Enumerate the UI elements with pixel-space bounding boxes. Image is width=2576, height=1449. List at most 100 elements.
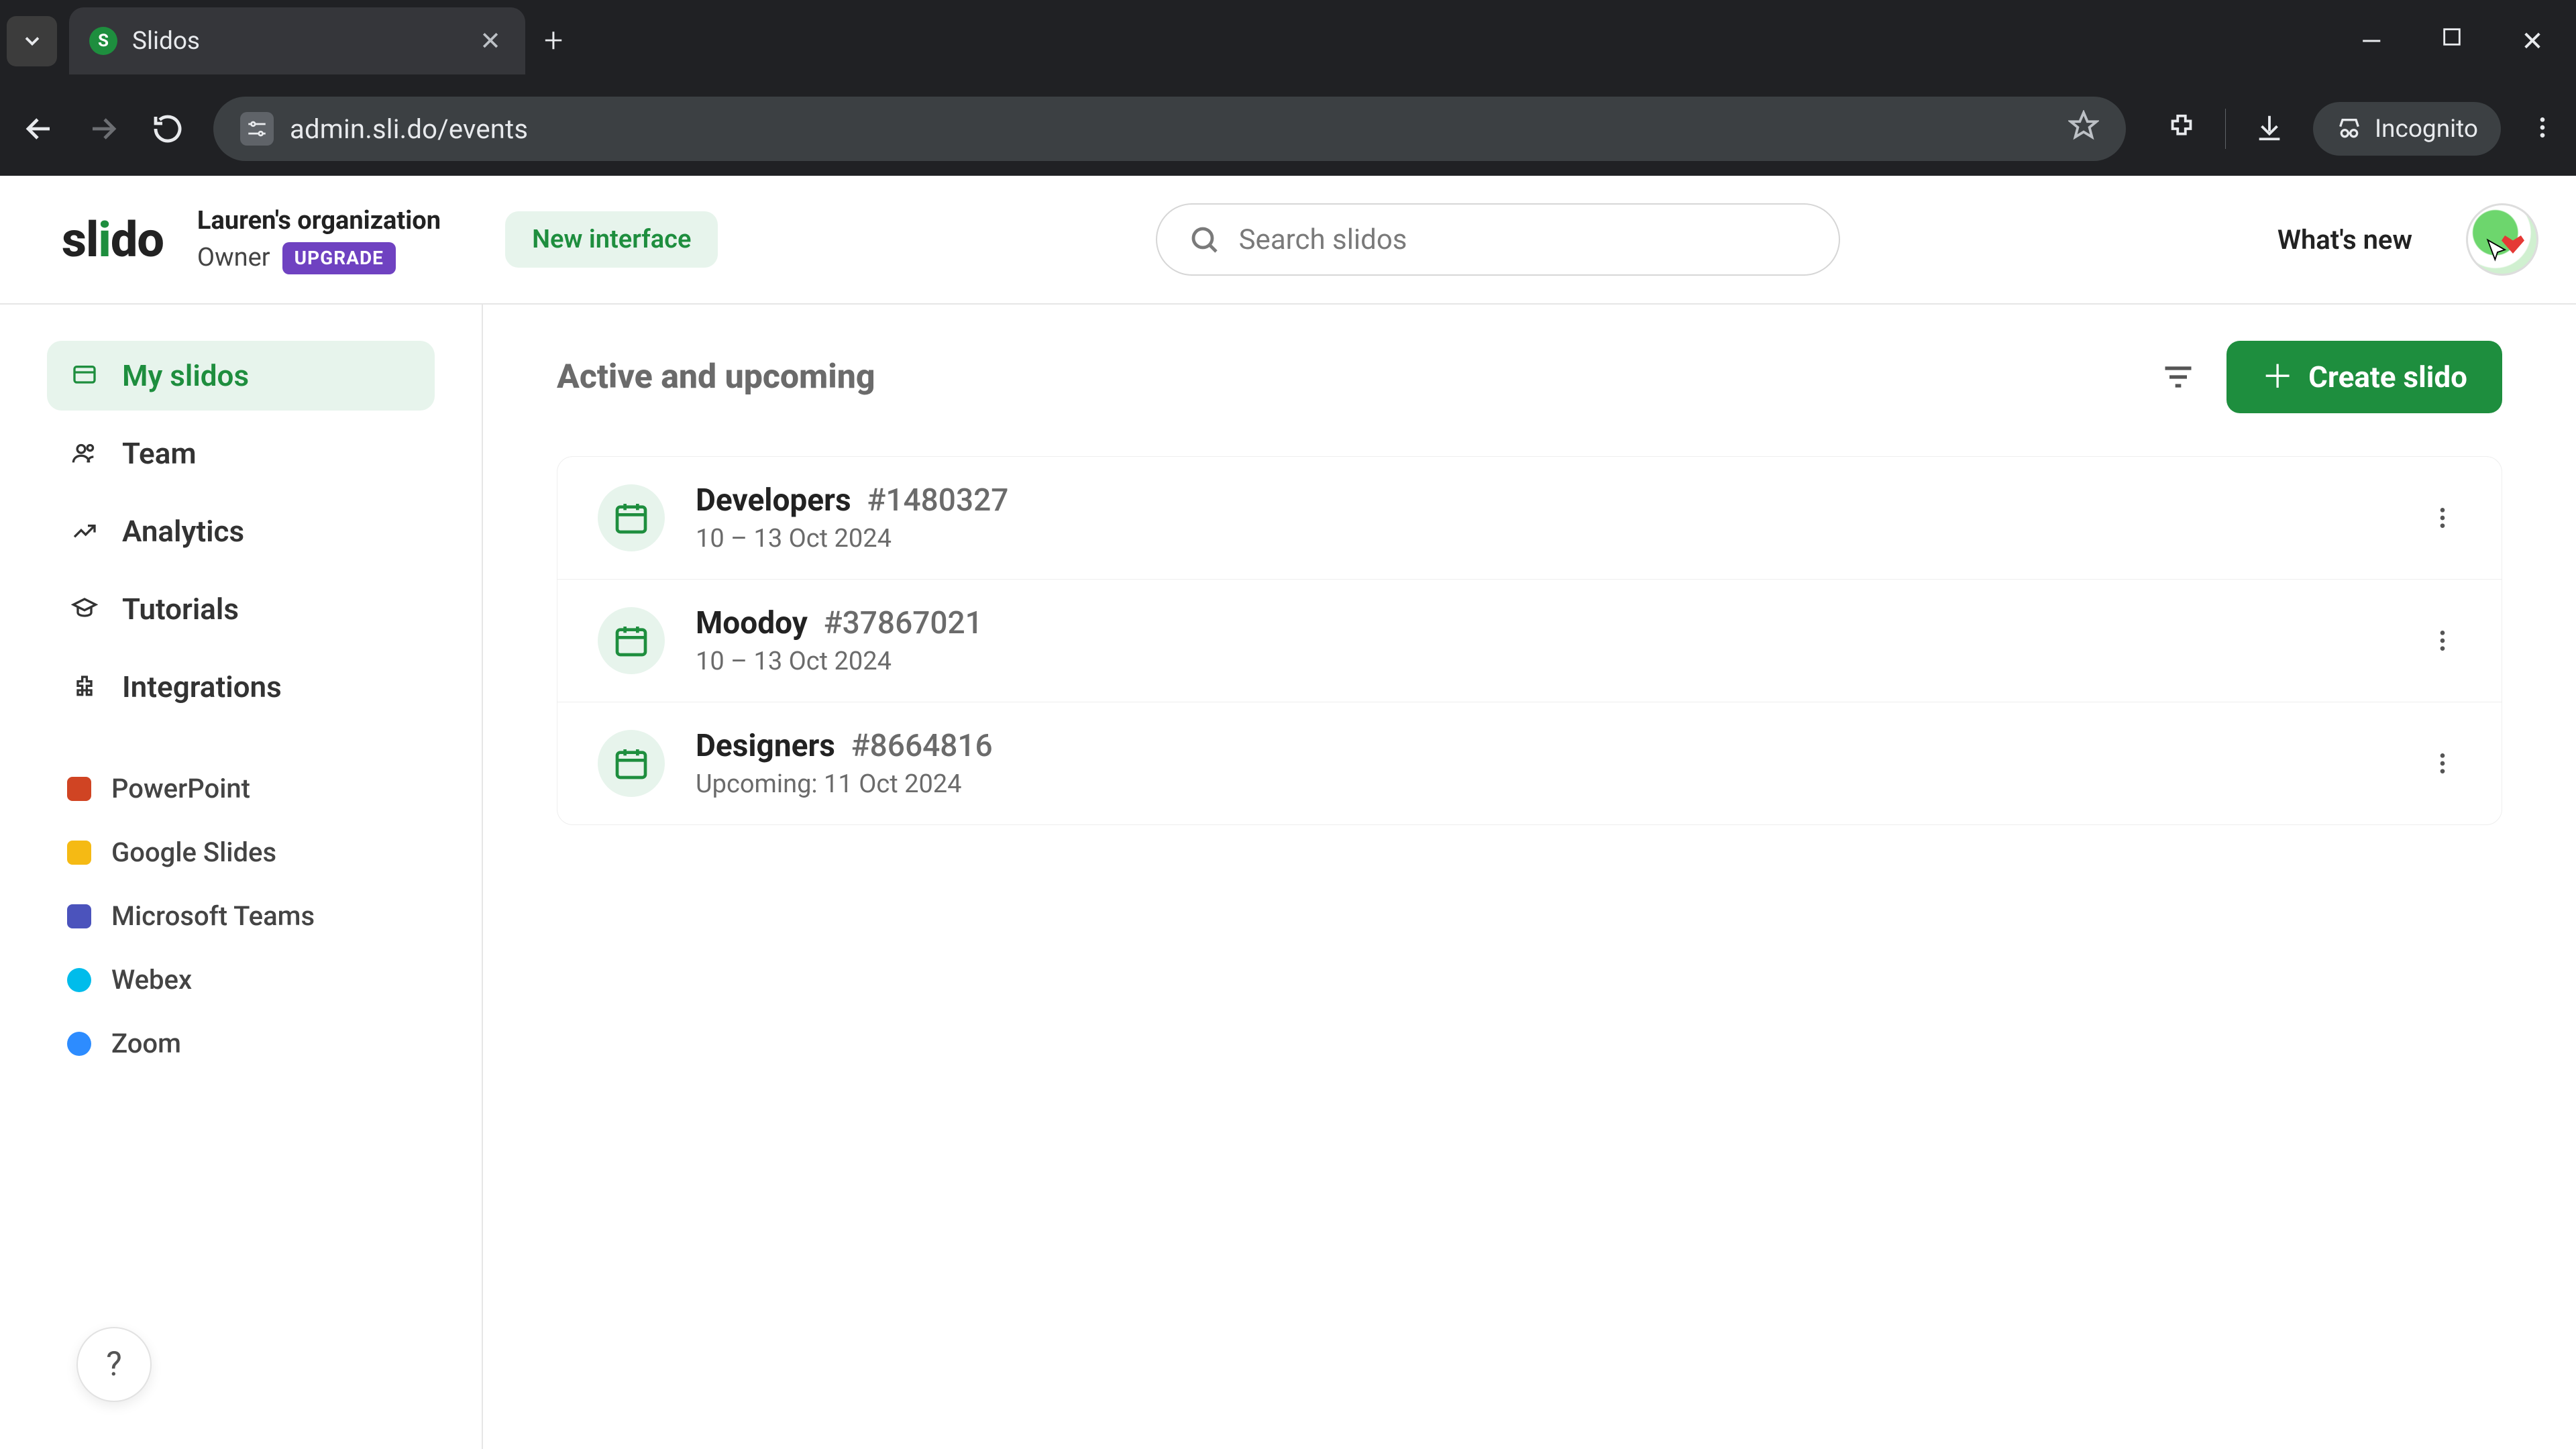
event-row[interactable]: Moodoy #37867021 10 – 13 Oct 2024 (557, 580, 2502, 702)
powerpoint-icon (67, 777, 91, 801)
event-row-menu[interactable] (2424, 499, 2461, 537)
bookmark-star-icon[interactable] (2068, 110, 2099, 148)
tutorials-icon (70, 594, 99, 624)
slidos-icon (70, 361, 99, 390)
calendar-icon (598, 730, 665, 797)
url-text: admin.sli.do/events (290, 113, 528, 145)
sidebar-item-label: Integrations (122, 669, 282, 704)
integration-powerpoint[interactable]: PowerPoint (47, 761, 435, 816)
url-box[interactable]: admin.sli.do/events (213, 97, 2126, 161)
browser-tab[interactable]: S Slidos ✕ (69, 7, 525, 74)
sidebar: My slidos Team Analytics Tutorials (0, 305, 483, 1449)
incognito-chip[interactable]: Incognito (2313, 102, 2501, 156)
help-icon: ? (106, 1345, 122, 1384)
downloads-icon[interactable] (2254, 112, 2285, 146)
google-slides-icon (67, 841, 91, 865)
event-code: #37867021 (824, 605, 983, 641)
analytics-icon (70, 517, 99, 546)
browser-menu-icon[interactable] (2529, 114, 2556, 144)
event-name: Designers (696, 728, 835, 764)
calendar-icon (598, 484, 665, 551)
calendar-icon (598, 607, 665, 674)
integration-label: Google Slides (111, 837, 276, 868)
reload-icon (152, 113, 184, 145)
event-list: Developers #1480327 10 – 13 Oct 2024 (557, 456, 2502, 825)
sidebar-item-label: Analytics (122, 514, 244, 549)
tab-close-icon[interactable]: ✕ (476, 26, 505, 56)
nav-reload-button[interactable] (149, 110, 186, 148)
event-row[interactable]: Developers #1480327 10 – 13 Oct 2024 (557, 457, 2502, 580)
arrow-left-icon (23, 113, 55, 145)
integration-label: Webex (111, 964, 192, 996)
chevron-down-icon (20, 29, 44, 53)
org-name: Lauren's organization (197, 205, 441, 237)
event-code: #1480327 (867, 482, 1009, 519)
microsoft-teams-icon (67, 904, 91, 928)
browser-chrome: S Slidos ✕ + — ✕ admin.sli.do/events (0, 0, 2576, 176)
main-content: Active and upcoming ＋ Create slido (483, 305, 2576, 1449)
window-minimize-icon[interactable]: — (2355, 25, 2388, 57)
user-avatar[interactable] (2466, 203, 2538, 276)
toolbar-actions: Incognito (2153, 102, 2556, 156)
logo[interactable]: slido (62, 211, 164, 268)
integration-webex[interactable]: Webex (47, 952, 435, 1008)
whats-new-link[interactable]: What's new (2277, 224, 2412, 256)
window-controls: — ✕ (2355, 25, 2576, 57)
extensions-icon[interactable] (2166, 112, 2197, 146)
sidebar-item-analytics[interactable]: Analytics (47, 496, 435, 566)
logo-text: slido (62, 211, 164, 268)
search-box[interactable] (1156, 203, 1840, 276)
event-row-menu[interactable] (2424, 745, 2461, 782)
integration-google-slides[interactable]: Google Slides (47, 824, 435, 880)
sidebar-item-integrations[interactable]: Integrations (47, 652, 435, 722)
tab-title: Slidos (132, 27, 461, 56)
event-row[interactable]: Designers #8664816 Upcoming: 11 Oct 2024 (557, 702, 2502, 824)
toolbar-separator (2225, 109, 2226, 149)
event-code: #8664816 (851, 728, 993, 764)
integration-microsoft-teams[interactable]: Microsoft Teams (47, 888, 435, 944)
sidebar-item-team[interactable]: Team (47, 419, 435, 488)
window-close-icon[interactable]: ✕ (2516, 25, 2549, 57)
arrow-right-icon (87, 113, 119, 145)
sidebar-item-label: My slidos (122, 358, 249, 393)
org-role: Owner (197, 241, 270, 274)
app: slido Lauren's organization Owner UPGRAD… (0, 176, 2576, 1449)
integration-label: PowerPoint (111, 773, 250, 804)
event-date: 10 – 13 Oct 2024 (696, 524, 2393, 553)
event-row-menu[interactable] (2424, 622, 2461, 659)
dots-vertical-icon (2429, 504, 2456, 531)
integration-label: Microsoft Teams (111, 900, 315, 932)
create-slido-button[interactable]: ＋ Create slido (2226, 341, 2502, 413)
site-settings-icon[interactable] (240, 112, 274, 146)
sidebar-item-tutorials[interactable]: Tutorials (47, 574, 435, 644)
integration-zoom[interactable]: Zoom (47, 1016, 435, 1071)
search-icon (1188, 223, 1220, 256)
address-bar: admin.sli.do/events Incognito (0, 82, 2576, 176)
sidebar-item-label: Tutorials (122, 592, 239, 627)
sidebar-item-my-slidos[interactable]: My slidos (47, 341, 435, 411)
new-tab-button[interactable]: + (544, 21, 563, 60)
tab-favicon-icon: S (89, 27, 117, 55)
tab-strip: S Slidos ✕ + — ✕ (0, 0, 2576, 82)
nav-back-button[interactable] (20, 110, 58, 148)
app-body: My slidos Team Analytics Tutorials (0, 305, 2576, 1449)
filter-icon (2161, 360, 2196, 394)
org-block: Lauren's organization Owner UPGRADE (197, 205, 441, 275)
incognito-icon (2336, 115, 2363, 142)
window-maximize-icon[interactable] (2435, 25, 2469, 57)
filter-button[interactable] (2157, 356, 2200, 398)
create-slido-label: Create slido (2308, 360, 2467, 394)
webex-icon (67, 968, 91, 992)
upgrade-badge[interactable]: UPGRADE (282, 242, 396, 274)
event-name: Moodoy (696, 605, 808, 641)
help-fab[interactable]: ? (76, 1327, 152, 1402)
zoom-icon (67, 1032, 91, 1056)
dots-vertical-icon (2429, 627, 2456, 654)
section-title: Active and upcoming (557, 358, 875, 396)
nav-forward-button[interactable] (85, 110, 122, 148)
dots-vertical-icon (2429, 750, 2456, 777)
integration-label: Zoom (111, 1028, 181, 1059)
search-input[interactable] (1239, 223, 1808, 256)
tab-search-dropdown[interactable] (7, 16, 57, 66)
new-interface-chip[interactable]: New interface (505, 211, 718, 268)
